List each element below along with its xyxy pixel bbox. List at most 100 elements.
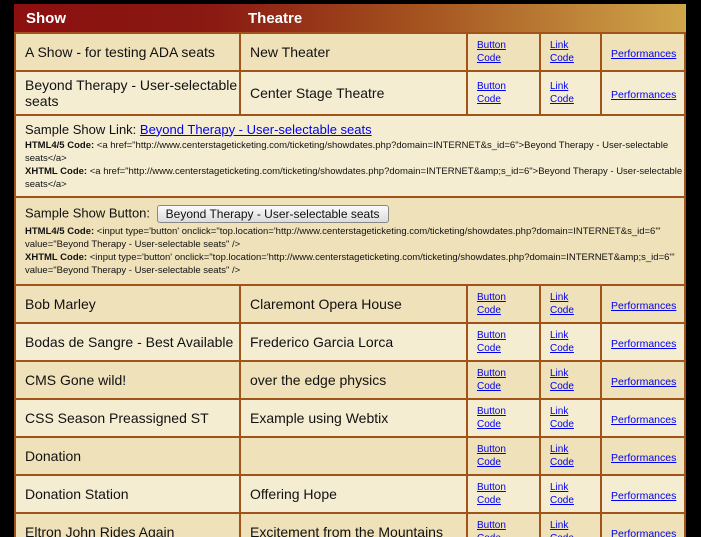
button-code-cell: ButtonCode [466, 284, 541, 324]
button-code-cell: ButtonCode [466, 512, 541, 537]
performances-link[interactable]: Performances [611, 414, 676, 426]
theatre-name [239, 436, 468, 476]
theatre-name: Frederico Garcia Lorca [239, 322, 468, 362]
button-code-link[interactable]: ButtonCode [477, 519, 539, 537]
link-code-cell: LinkCode [539, 32, 602, 72]
html-code-text: <input type='button' onclick="top.locati… [25, 226, 661, 250]
sample-link-row: Sample Show Link: Beyond Therapy - User-… [14, 114, 686, 198]
performances-cell: Performances [600, 322, 686, 362]
theatre-name: Excitement from the Mountains [239, 512, 468, 537]
theatre-name: over the edge physics [239, 360, 468, 400]
sample-show-button[interactable]: Beyond Therapy - User-selectable seats [156, 205, 389, 223]
button-code-cell: ButtonCode [466, 322, 541, 362]
sample-link-panel: Sample Show Link: Beyond Therapy - User-… [14, 114, 686, 198]
performances-link[interactable]: Performances [611, 528, 676, 537]
show-name: Donation [14, 436, 241, 476]
show-name: CSS Season Preassigned ST [14, 398, 241, 438]
button-code-link[interactable]: ButtonCode [477, 80, 539, 106]
table-row: Bob Marley Claremont Opera House Button C… [14, 284, 686, 324]
show-name: Bob Marley [14, 284, 241, 324]
link-code-link[interactable]: LinkCode [550, 329, 600, 355]
sample-button-row: Sample Show Button: Beyond Therapy - Use… [14, 196, 686, 286]
button-code-link[interactable]: ButtonCode [477, 443, 539, 469]
link-code-link[interactable]: LinkCode [550, 291, 600, 317]
html-code-text: <a href="http://www.centerstageticketing… [25, 139, 669, 164]
performances-link[interactable]: Performances [611, 89, 676, 101]
table-row: Eltron John Rides Again Excitement from … [14, 512, 686, 537]
link-code-link[interactable]: LinkCode [550, 519, 600, 537]
show-name: CMS Gone wild! [14, 360, 241, 400]
link-code-link[interactable]: LinkCode [550, 481, 600, 507]
performances-link[interactable]: Performances [611, 300, 676, 312]
table-row: Bodas de Sangre - Best Available Frederi… [14, 322, 686, 362]
performances-link[interactable]: Performances [611, 48, 676, 60]
table-row: CSS Season Preassigned ST Example using … [14, 398, 686, 438]
header-show: Show [26, 10, 66, 27]
performances-cell: Performances [600, 398, 686, 438]
button-code-cell: ButtonCode [466, 360, 541, 400]
performances-link[interactable]: Performances [611, 490, 676, 502]
theatre-name: Offering Hope [239, 474, 468, 514]
button-code-link[interactable]: ButtonCode [477, 39, 539, 65]
show-name: A Show - for testing ADA seats [14, 32, 241, 72]
table-row: CMS Gone wild! over the edge physics But… [14, 360, 686, 400]
xhtml-code-label: XHTML Code: [25, 165, 88, 177]
sample-button-label: Sample Show Button: [25, 205, 151, 221]
performances-cell: Performances [600, 436, 686, 476]
button-code-link[interactable]: ButtonCode [477, 405, 539, 431]
table-row: Donation Button Code Link Code Performance… [14, 436, 686, 476]
show-name: Beyond Therapy - User-selectable seats [14, 70, 241, 116]
link-code-link[interactable]: LinkCode [550, 443, 600, 469]
sample-button-panel: Sample Show Button: Beyond Therapy - Use… [14, 196, 686, 286]
table-row: Beyond Therapy - User-selectable seats C… [14, 70, 686, 116]
show-name: Donation Station [14, 474, 241, 514]
performances-cell: Performances [600, 474, 686, 514]
link-code-link[interactable]: LinkCode [550, 405, 600, 431]
link-code-link[interactable]: LinkCode [550, 39, 600, 65]
link-code-cell: LinkCode [539, 398, 602, 438]
performances-link[interactable]: Performances [611, 376, 676, 388]
theatre-name: New Theater [239, 32, 468, 72]
header-theatre: Theatre [248, 10, 303, 27]
xhtml-code-text: <a href="http://www.centerstageticketing… [25, 165, 683, 190]
button-code-link[interactable]: ButtonCode [477, 291, 539, 317]
link-code-cell: LinkCode [539, 70, 602, 116]
theatre-name: Example using Webtix [239, 398, 468, 438]
shows-table: A Show - for testing ADA seats New Theat… [14, 32, 686, 537]
button-code-link[interactable]: ButtonCode [477, 367, 539, 393]
button-code-link[interactable]: ButtonCode [477, 329, 539, 355]
link-code-cell: LinkCode [539, 474, 602, 514]
page-frame: Show Theatre A Show - for testing ADA se… [0, 0, 701, 537]
link-code-cell: LinkCode [539, 436, 602, 476]
link-code-cell: LinkCode [539, 284, 602, 324]
performances-cell: Performances [600, 32, 686, 72]
sample-link-label: Sample Show Link: [25, 121, 137, 137]
button-code-cell: ButtonCode [466, 32, 541, 72]
html-code-label: HTML4/5 Code: [25, 139, 95, 151]
button-code-cell: ButtonCode [466, 70, 541, 116]
performances-cell: Performances [600, 512, 686, 537]
html-code-label: HTML4/5 Code: [25, 226, 95, 237]
sample-show-link[interactable]: Beyond Therapy - User-selectable seats [140, 122, 372, 137]
show-name: Bodas de Sangre - Best Available [14, 322, 241, 362]
button-code-link[interactable]: ButtonCode [477, 481, 539, 507]
theatre-name: Center Stage Theatre [239, 70, 468, 116]
show-name: Eltron John Rides Again [14, 512, 241, 537]
xhtml-code-label: XHTML Code: [25, 252, 88, 263]
link-code-cell: LinkCode [539, 512, 602, 537]
performances-link[interactable]: Performances [611, 452, 676, 464]
table-row: Donation Station Offering Hope Button Cod… [14, 474, 686, 514]
button-code-cell: ButtonCode [466, 474, 541, 514]
link-code-link[interactable]: LinkCode [550, 367, 600, 393]
table-row: A Show - for testing ADA seats New Theat… [14, 32, 686, 72]
link-code-link[interactable]: LinkCode [550, 80, 600, 106]
link-code-cell: LinkCode [539, 322, 602, 362]
performances-cell: Performances [600, 360, 686, 400]
performances-cell: Performances [600, 70, 686, 116]
button-code-cell: ButtonCode [466, 398, 541, 438]
table-header: Show Theatre [14, 4, 686, 32]
button-code-cell: ButtonCode [466, 436, 541, 476]
link-code-cell: LinkCode [539, 360, 602, 400]
performances-cell: Performances [600, 284, 686, 324]
performances-link[interactable]: Performances [611, 338, 676, 350]
